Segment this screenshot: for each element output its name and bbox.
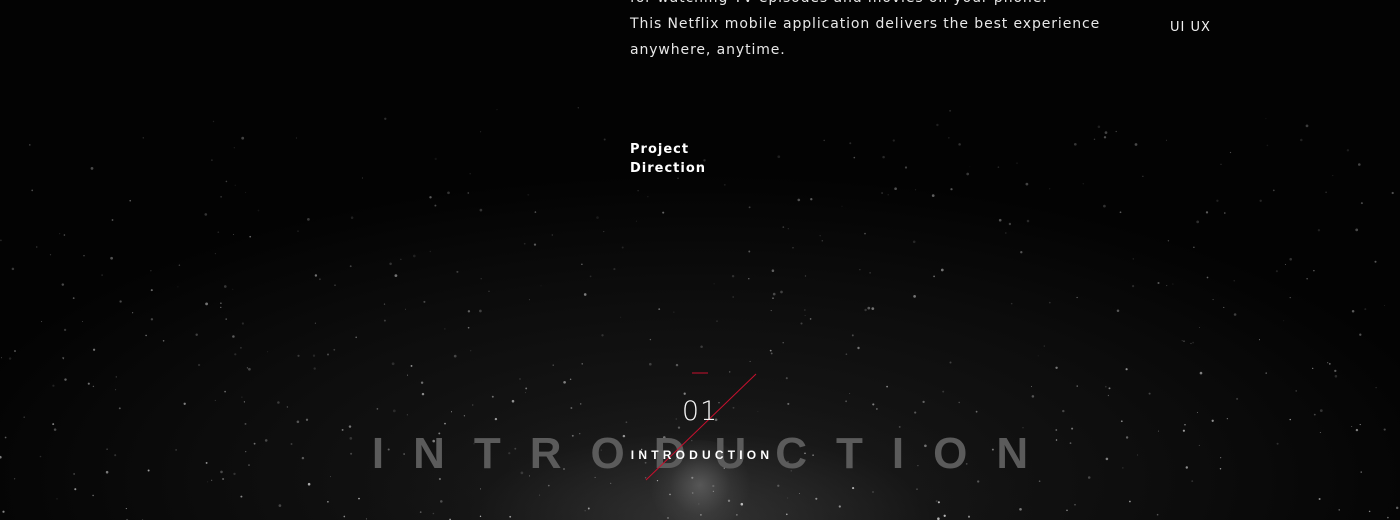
project-direction-label: Project Direction <box>630 140 706 178</box>
project-description: for watching TV episodes and movies on y… <box>630 0 1101 63</box>
section-number: 01 <box>681 396 719 427</box>
description-line: for watching TV episodes and movies on y… <box>630 0 1090 11</box>
project-label-line: Project <box>630 142 690 157</box>
description-line: This Netflix mobile application delivers… <box>630 16 1101 32</box>
project-page: for watching TV episodes and movies on y… <box>0 0 1400 520</box>
project-label-line: Direction <box>630 161 707 176</box>
description-line: anywhere, anytime. <box>630 42 786 58</box>
project-tags: UI UX <box>1170 20 1211 35</box>
section-title: INTRODUCTION <box>630 448 774 462</box>
